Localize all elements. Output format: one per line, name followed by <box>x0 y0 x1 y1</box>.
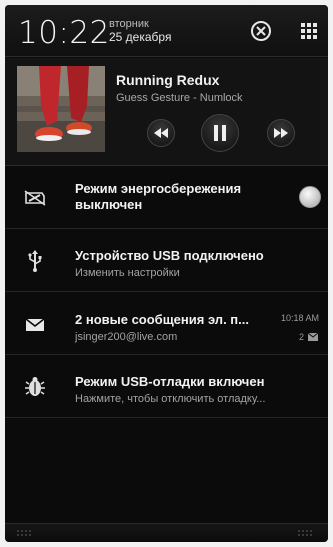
notification-title-line2: выключен <box>75 197 143 212</box>
drag-handle-bar[interactable] <box>5 523 328 542</box>
notification-title: Режим USB-отладки включен <box>75 374 265 389</box>
grip-dots-right <box>298 530 312 536</box>
mail-count-value: 2 <box>298 332 304 342</box>
mail-icon <box>23 314 47 336</box>
weekday-label: вторник <box>109 18 149 30</box>
battery-saver-icon <box>23 187 47 209</box>
mail-count: 2 <box>299 332 318 342</box>
album-art[interactable] <box>17 66 105 152</box>
notification-shade: 10:22 вторник 25 декабря Running Redux G… <box>5 5 328 542</box>
pause-icon <box>214 125 226 141</box>
fast-forward-button[interactable] <box>267 119 295 147</box>
date-block: вторник 25 декабря <box>109 18 171 45</box>
date-label: 25 декабря <box>109 30 172 44</box>
fast-forward-icon <box>274 128 288 138</box>
notification-battery-saver[interactable]: Режим энергосбережения выключен <box>5 167 328 229</box>
small-mail-icon <box>308 333 318 341</box>
notification-title: Устройство USB подключено <box>75 248 264 263</box>
notification-subtitle: Нажмите, чтобы отключить отладку... <box>75 393 266 405</box>
track-artist: Guess Gesture - Numlock <box>116 92 243 104</box>
grid-menu-icon[interactable] <box>297 19 321 43</box>
usb-debug-icon <box>23 376 47 398</box>
notification-usb-connected[interactable]: Устройство USB подключено Изменить настр… <box>5 230 328 292</box>
pause-button[interactable] <box>201 114 239 152</box>
notification-subtitle: Изменить настройки <box>75 267 180 279</box>
status-header: 10:22 вторник 25 декабря <box>5 5 328 57</box>
track-title: Running Redux <box>116 72 220 88</box>
battery-saver-toggle[interactable] <box>299 186 321 208</box>
notification-subtitle: jsinger200@live.com <box>75 331 178 343</box>
clock-time: 10:22 <box>18 15 110 51</box>
music-player: Running Redux Guess Gesture - Numlock <box>5 58 328 166</box>
notification-time: 10:18 AM <box>280 313 319 323</box>
notification-title: 2 новые сообщения эл. п... <box>75 312 249 327</box>
notification-usb-debugging[interactable]: Режим USB-отладки включен Нажмите, чтобы… <box>5 356 328 418</box>
close-circle-icon[interactable] <box>249 19 273 43</box>
usb-icon <box>23 250 47 272</box>
notification-mail[interactable]: 2 новые сообщения эл. п... jsinger200@li… <box>5 293 328 355</box>
rewind-icon <box>154 128 168 138</box>
notification-title: Режим энергосбережения <box>75 181 242 196</box>
rewind-button[interactable] <box>147 119 175 147</box>
grip-dots-left <box>17 530 31 536</box>
